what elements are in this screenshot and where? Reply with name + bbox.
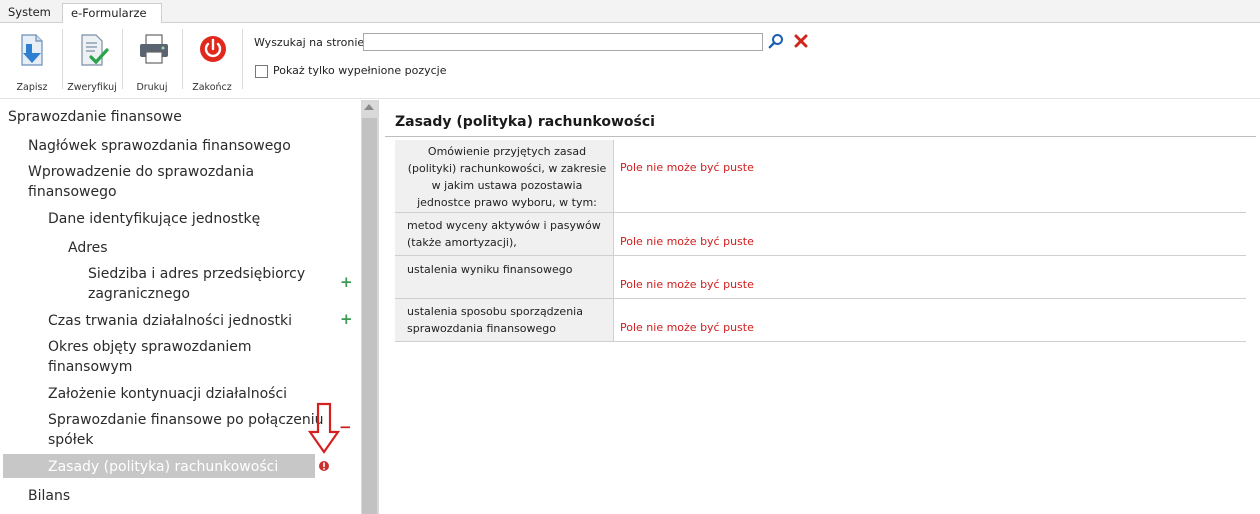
save-label: Zapisz [16,82,48,93]
row-label-cell: metod wyceny aktywów i pasywów (także am… [395,213,614,255]
tab-e-formularze[interactable]: e-Formularze [62,3,162,24]
print-button[interactable]: Drukuj [127,33,177,97]
validation-error[interactable]: Pole nie może być puste [620,321,754,334]
print-label: Drukuj [136,82,168,93]
row-label-cell: ustalenia sposobu sporządzenia sprawozda… [395,299,614,341]
row-label-cell: Omówienie przyjętych zasad (polityki) ra… [395,140,614,212]
tree-item-siedziba-cont[interactable]: zagranicznego [88,284,190,304]
tree-scrollbar[interactable] [361,100,378,514]
validation-error[interactable]: Pole nie może być puste [620,278,754,291]
tree-item-czas-trwania[interactable]: Czas trwania działalności jednostki [48,311,292,331]
toolbar-divider [182,29,183,89]
error-icon [319,461,329,471]
toolbar-divider [122,29,123,89]
filled-only-checkbox[interactable] [255,65,268,78]
add-item-icon[interactable]: + [340,310,353,328]
validation-error[interactable]: Pole nie może być puste [620,161,754,174]
toolbar: Zapisz Zweryfikuj Drukuj Zakończ Wyszuka… [0,23,1260,99]
toolbar-divider [242,29,243,89]
tree-item-polaczenie[interactable]: Sprawozdanie finansowe po połączeniu [48,410,324,430]
form-row-metod-wyceny: metod wyceny aktywów i pasywów (także am… [395,213,1246,256]
tree-item-okres[interactable]: Okres objęty sprawozdaniem [48,337,251,357]
verify-button[interactable]: Zweryfikuj [67,33,117,97]
power-icon [200,36,226,62]
remove-item-icon[interactable]: − [339,418,352,436]
tree-item-zasady-selected[interactable]: Zasady (polityka) rachunkowości [48,457,278,477]
save-button[interactable]: Zapisz [7,33,57,97]
tab-bar: System e-Formularze [0,0,1260,24]
validation-error[interactable]: Pole nie może być puste [620,235,754,248]
finish-label: Zakończ [192,82,232,93]
row-label: metod wyceny aktywów i pasywów (także am… [407,219,601,249]
form-row-omowienie: Omówienie przyjętych zasad (polityki) ra… [395,140,1246,213]
form-row-sporzadzenie: ustalenia sposobu sporządzenia sprawozda… [395,299,1246,342]
tree-item-siedziba[interactable]: Siedziba i adres przedsiębiorcy [88,264,305,284]
verify-label: Zweryfikuj [67,82,117,93]
row-label-cell: ustalenia wyniku finansowego [395,256,614,298]
filled-only-label: Pokaż tylko wypełnione pozycje [273,64,447,77]
section-title: Zasady (polityka) rachunkowości [395,114,655,130]
tree-item-wprowadzenie-cont[interactable]: finansowego [28,182,117,202]
row-label: ustalenia sposobu sporządzenia sprawozda… [407,305,583,335]
tree-item-zalozenie[interactable]: Założenie kontynuacji działalności [48,384,287,404]
search-icon[interactable] [768,33,784,49]
arrow-down-annotation [308,402,340,454]
close-icon[interactable] [794,34,808,48]
verify-icon [81,34,109,66]
print-icon [140,34,168,64]
add-item-icon[interactable]: + [340,273,353,291]
tree-item-dane-identyfikujace[interactable]: Dane identyfikujące jednostkę [48,209,260,229]
search-input[interactable] [363,33,763,51]
tree-item-okres-cont[interactable]: finansowym [48,357,132,377]
tree-item-polaczenie-cont[interactable]: spółek [48,430,93,450]
search-label: Wyszukaj na stronie [254,36,365,49]
row-label: Omówienie przyjętych zasad (polityki) ra… [407,145,607,209]
tree-item-wprowadzenie[interactable]: Wprowadzenie do sprawozdania [28,162,254,182]
tab-system[interactable]: System [0,3,64,22]
scroll-thumb[interactable] [362,118,377,514]
section-title-rule [385,136,1256,137]
tree-root[interactable]: Sprawozdanie finansowe [8,107,182,127]
row-label: ustalenia wyniku finansowego [407,263,573,276]
tree-item-bilans[interactable]: Bilans [28,486,70,506]
finish-button[interactable]: Zakończ [187,33,237,97]
panel-divider [378,100,379,514]
save-icon [21,34,43,66]
toolbar-divider [62,29,63,89]
scroll-up-arrow-icon[interactable] [364,104,374,110]
form-row-wynik: ustalenia wyniku finansowego Pole nie mo… [395,256,1246,299]
tree-item-naglowek[interactable]: Nagłówek sprawozdania finansowego [28,136,291,156]
tree-item-adres[interactable]: Adres [68,238,108,258]
